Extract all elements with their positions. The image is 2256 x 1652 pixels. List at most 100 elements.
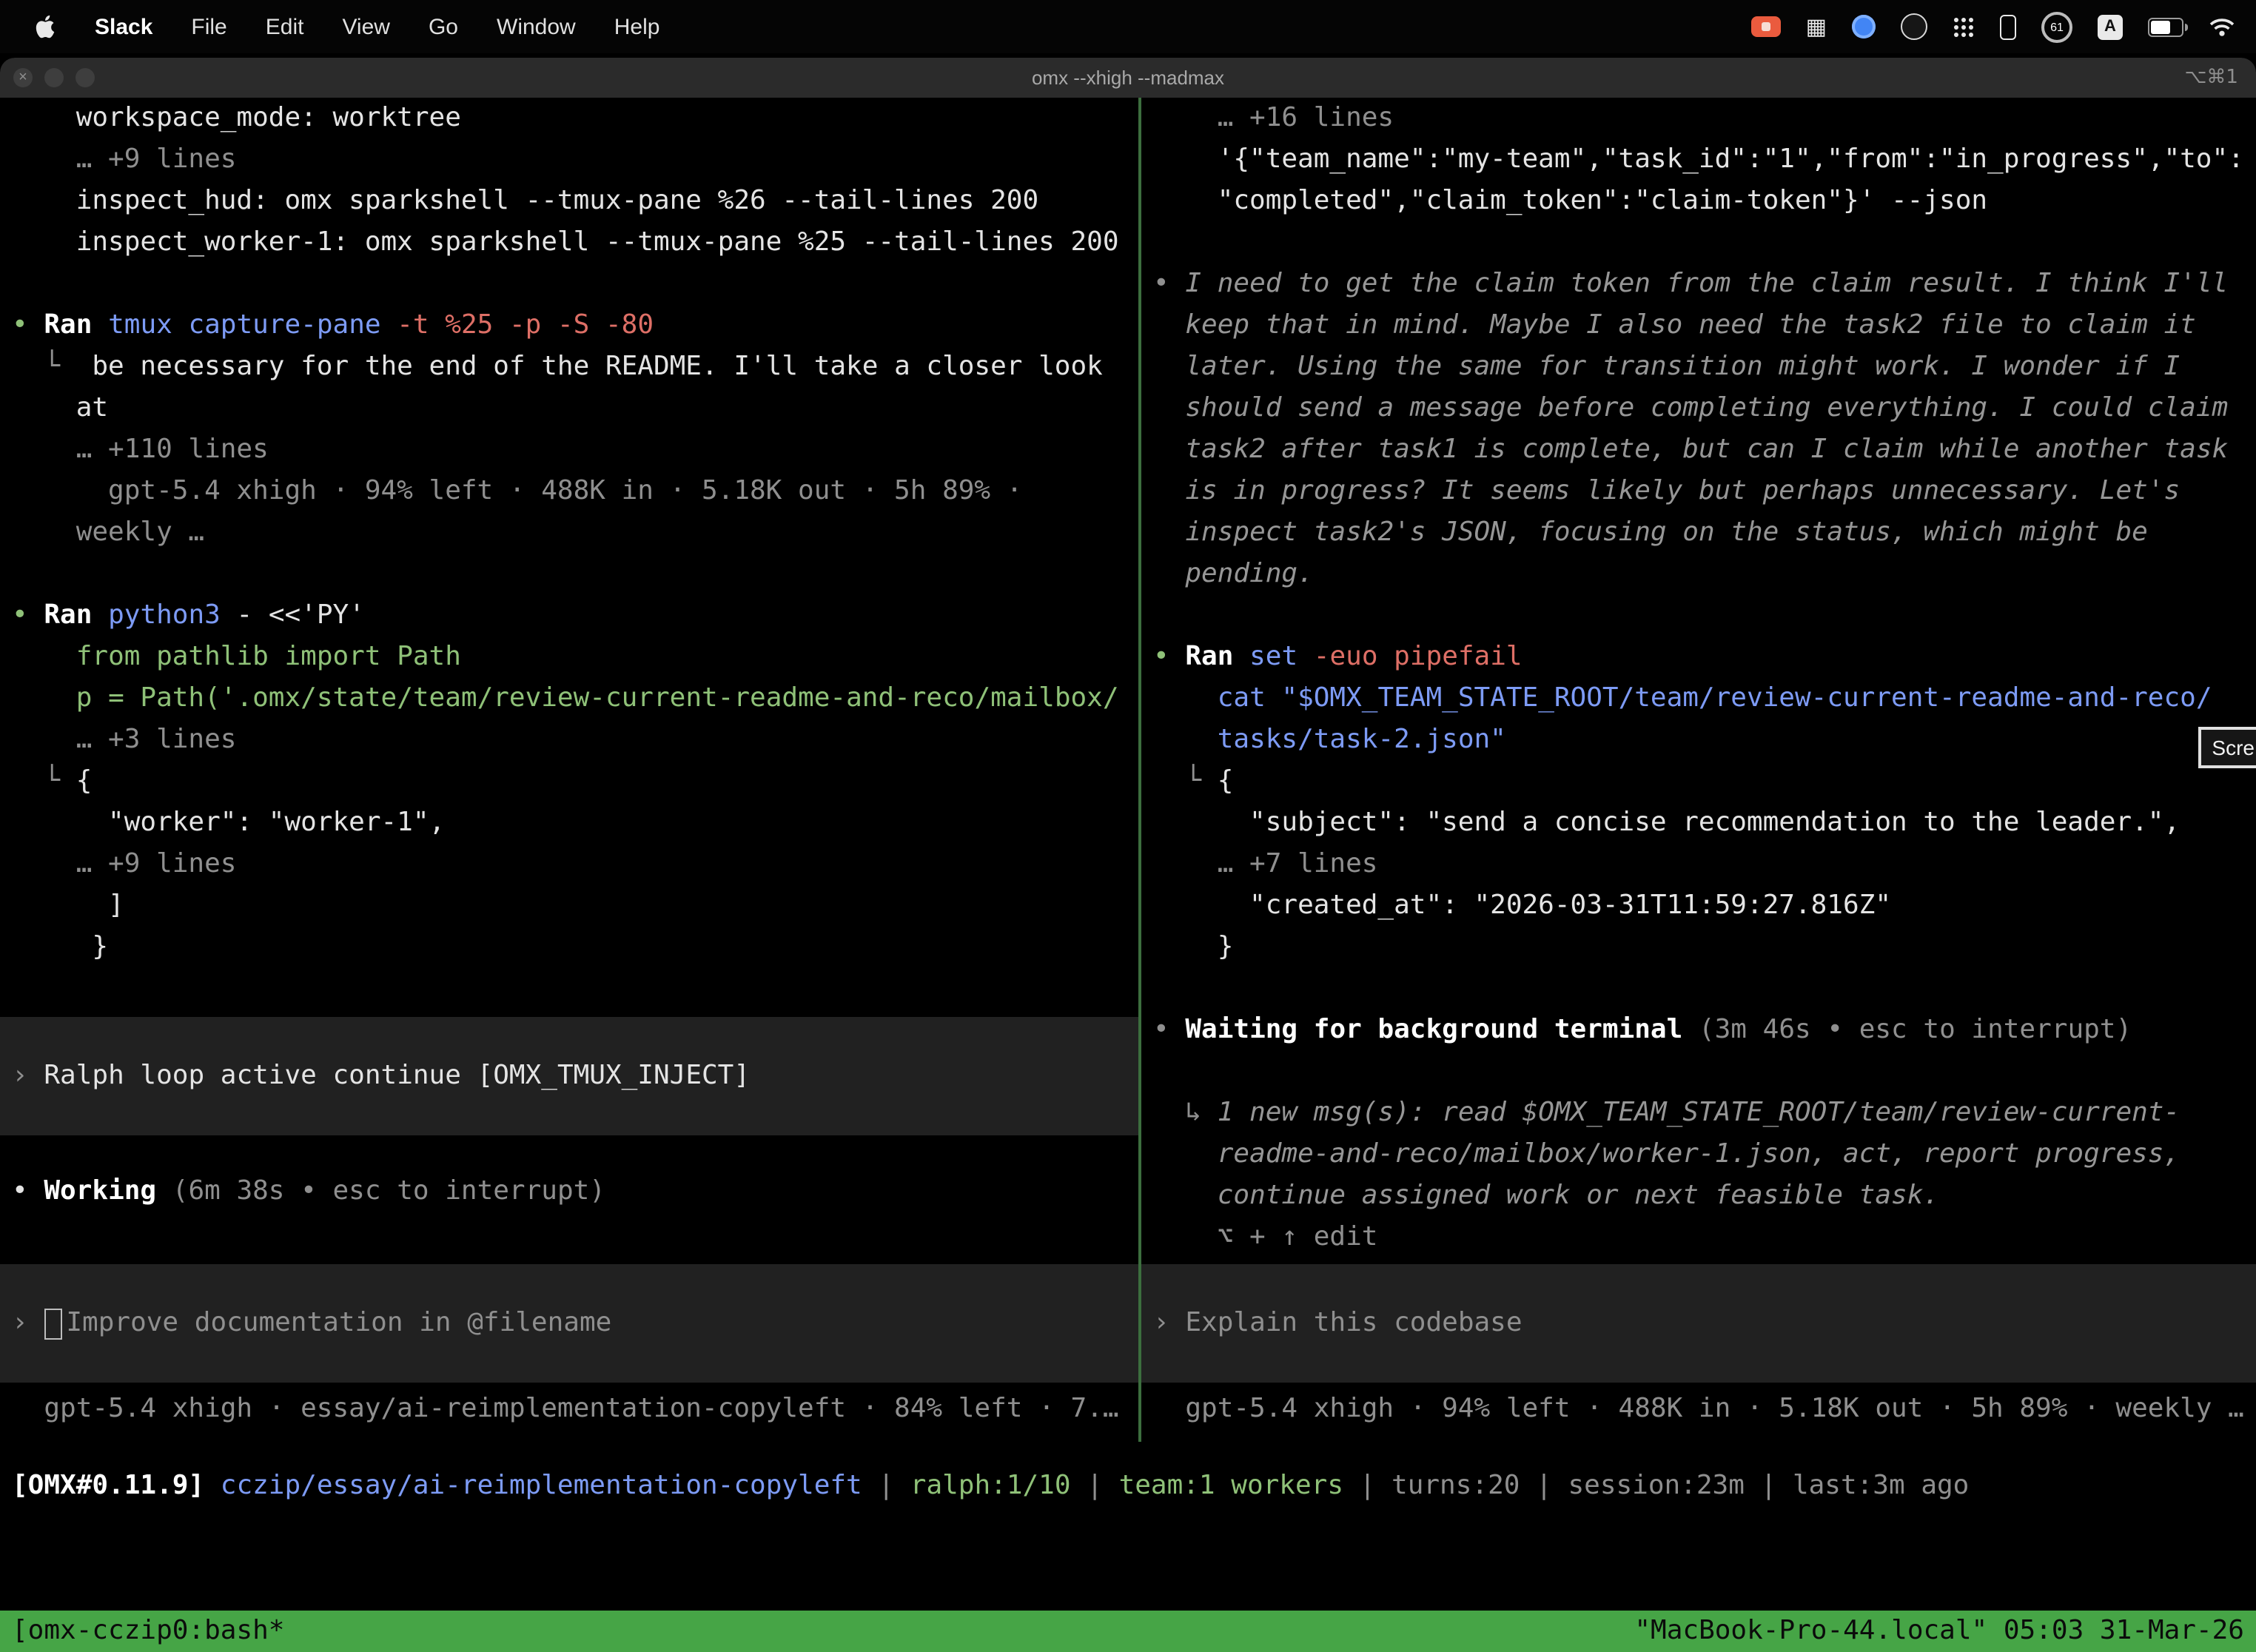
input-source-icon[interactable]: A [2098,14,2123,39]
menu-help[interactable]: Help [614,14,660,39]
text-segment: -t %25 -p -S -80 [397,309,654,340]
battery-gauge-icon[interactable]: 61 [2041,11,2072,42]
terminal-line: "subject": "send a concise recommendatio… [1141,802,2256,844]
text-segment: Improve documentation in @filename [66,1307,611,1338]
text-segment: gpt-5.4 xhigh · essay/ai-reimplementatio… [12,1393,1119,1424]
text-segment: … +3 lines [12,724,236,755]
text-segment: keep that in mind. Maybe I also need the… [1185,309,2195,340]
menu-edit[interactable]: Edit [266,14,304,39]
composer-input-right[interactable]: › Explain this codebase [1141,1264,2256,1383]
text-segment: … +16 lines [1153,102,1394,133]
text-segment: -euo pipefail [1297,641,1522,672]
dark-app-icon[interactable] [1901,13,1927,40]
terminal-line: } [0,927,1138,968]
text-segment: "created_at": "2026-03-31T11:59:27.816Z" [1153,890,1891,921]
terminal-window: × omx --xhigh --madmax ⌥⌘1 workspace_mod… [0,58,2256,1652]
text-segment: └ [1153,765,1218,796]
menu-bar-status-area: ▦ 61 A [1751,11,2235,42]
text-segment: cat "$OMX_TEAM_STATE_ROOT/team/review-cu… [1218,682,2212,713]
blue-app-icon[interactable] [1852,15,1876,38]
apple-menu-icon[interactable] [36,15,56,38]
terminal-line: } [1141,927,2256,968]
omx-session-status-line: [OMX#0.11.9] cczip/essay/ai-reimplementa… [0,1465,2256,1507]
wifi-icon[interactable] [2209,17,2235,36]
app-launcher-grid-icon[interactable] [1953,16,1975,38]
text-segment: tasks/task-2.json" [1218,724,1506,755]
waiting-status: • Waiting for background terminal (3m 46… [1141,1010,2256,1051]
close-button[interactable]: × [13,68,33,87]
phone-mirroring-icon[interactable] [2000,14,2016,39]
terminal-line: └ be necessary for the end of the README… [0,346,1138,388]
text-segment [1153,351,1185,382]
text-segment: team:1 workers [1119,1470,1343,1501]
text-segment: | [1745,1470,1793,1501]
terminal-line: inspect_hud: omx sparkshell --tmux-pane … [0,181,1138,222]
terminal-line: p = Path('.omx/state/team/review-current… [0,678,1138,719]
text-segment: • [1153,268,1185,299]
menu-window[interactable]: Window [497,14,576,39]
tmux-pane-left[interactable]: workspace_mode: worktree … +9 lines insp… [0,98,1138,1430]
text-segment: | [862,1470,910,1501]
terminal-line: └ { [1141,761,2256,802]
ran-tmux-capture: • Ran tmux capture-pane -t %25 -p -S -80 [0,305,1138,346]
text-segment: "subject": "send a concise recommendatio… [1153,807,2180,838]
window-title-bar[interactable]: × omx --xhigh --madmax ⌥⌘1 [0,58,2256,98]
text-segment: ⌥ + ↑ edit [1153,1221,1377,1252]
text-segment: └ [12,765,76,796]
text-segment: • [1153,641,1185,672]
text-segment: from pathlib import Path [76,641,461,672]
screen-tooltip-overlay: Scre [2198,727,2256,768]
terminal-line: └ { [0,761,1138,802]
edit-hint: ⌥ + ↑ edit [1141,1217,2256,1258]
blank-line [1141,222,2256,263]
terminal-line: pending. [1141,554,2256,595]
text-segment: last:3m ago [1793,1470,1969,1501]
text-segment: - <<'PY' [221,600,365,631]
tmux-session-name: [omx-cczip0:bash* [12,1611,284,1652]
text-segment: 1 new msg(s): read $OMX_TEAM_STATE_ROOT/… [1218,1097,2180,1128]
active-app-name[interactable]: Slack [95,14,152,39]
text-segment: … +9 lines [12,848,236,879]
text-segment [1153,475,1185,506]
terminal-line: continue assigned work or next feasible … [1141,1175,2256,1217]
menu-items: File Edit View Go Window Help [191,14,659,39]
text-segment: gpt-5.4 xhigh · 94% left · 488K in · 5.1… [1153,1393,2244,1424]
text-segment: python3 [108,600,221,631]
injected-prompt-banner[interactable]: › Ralph loop active continue [OMX_TMUX_I… [0,1017,1138,1135]
menu-view[interactable]: View [342,14,390,39]
text-segment [1153,558,1185,589]
tmux-pane-right[interactable]: … +16 lines '{"team_name":"my-team","tas… [1141,98,2256,1430]
ran-set: • Ran set -euo pipefail [1141,637,2256,678]
tmux-status-bar: [omx-cczip0:bash* "MacBook-Pro-44.local"… [0,1611,2256,1652]
terminal-line: cat "$OMX_TEAM_STATE_ROOT/team/review-cu… [1141,678,2256,719]
terminal-content[interactable]: workspace_mode: worktree … +9 lines insp… [0,98,2256,1652]
text-segment: inspect task2's JSON, focusing on the st… [1185,517,2147,548]
text-segment: should send a message before completing … [1185,392,2228,423]
text-segment: } [12,931,108,962]
text-segment: … +110 lines [12,434,269,465]
screen-recording-indicator-icon[interactable] [1751,16,1781,37]
text-segment: { [1218,765,1234,796]
text-segment [1153,434,1185,465]
text-segment: '{"team_name":"my-team","task_id":"1","f… [1153,144,2244,175]
text-segment: later. Using the same for transition mig… [1185,351,2180,382]
dots-glyph [1954,17,1958,21]
menu-go[interactable]: Go [429,14,458,39]
menu-file[interactable]: File [191,14,226,39]
text-segment: • [12,1175,44,1206]
composer-input-left[interactable]: › Improve documentation in @filename [0,1264,1138,1383]
window-manager-icon[interactable]: ▦ [1806,13,1827,40]
text-segment: gpt-5.4 xhigh · 94% left · 488K in · 5.1… [12,475,1022,506]
text-segment: is in progress? It seems likely but perh… [1185,475,2180,506]
terminal-line: '{"team_name":"my-team","task_id":"1","f… [1141,139,2256,181]
maximize-button[interactable] [75,68,95,87]
blank-line [1141,968,2256,1010]
terminal-line: … +16 lines [1141,98,2256,139]
terminal-line: from pathlib import Path [0,637,1138,678]
model-status-right: gpt-5.4 xhigh · 94% left · 488K in · 5.1… [1141,1389,2256,1430]
text-segment [1153,392,1185,423]
minimize-button[interactable] [44,68,64,87]
battery-icon[interactable] [2148,17,2183,36]
text-segment: Waiting for background terminal [1185,1014,1682,1045]
text-segment: Working [44,1175,156,1206]
